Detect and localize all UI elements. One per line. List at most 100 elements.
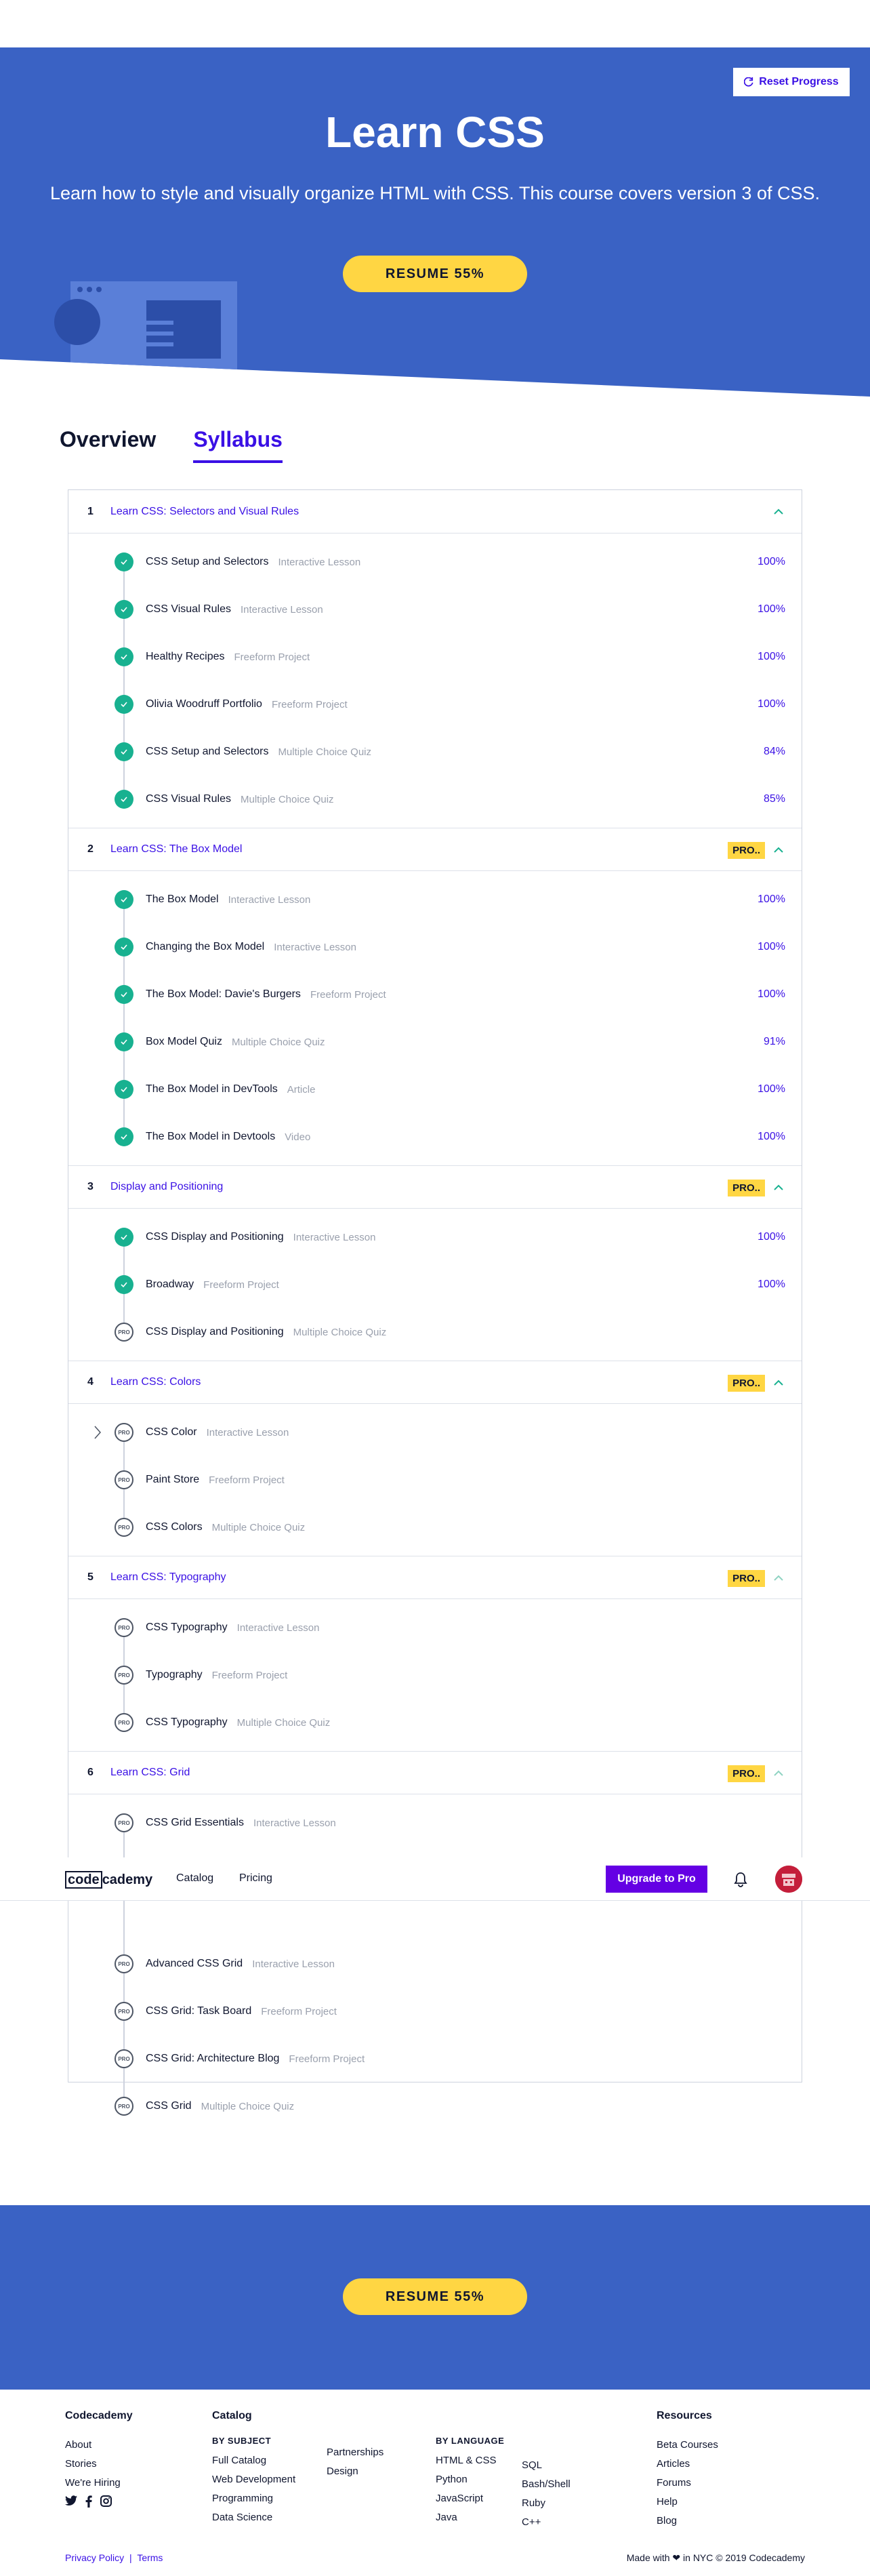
lesson-item[interactable]: Olivia Woodruff Portfolio Freeform Projec…: [68, 681, 802, 728]
lesson-title[interactable]: CSS Display and Positioning: [146, 1231, 284, 1243]
footer-link-partnerships[interactable]: Partnerships: [327, 2443, 384, 2462]
lesson-title[interactable]: The Box Model in Devtools: [146, 1131, 275, 1143]
resume-button-bottom[interactable]: RESUME 55%: [343, 2278, 527, 2315]
terms-link[interactable]: Terms: [137, 2552, 163, 2563]
footer-link-bash[interactable]: Bash/Shell: [522, 2475, 571, 2494]
lesson-item[interactable]: The Box Model: Davie's Burgers Freeform P…: [68, 971, 802, 1018]
lesson-item[interactable]: PRO CSS Color Interactive Lesson: [68, 1409, 802, 1456]
bell-icon[interactable]: [733, 1871, 748, 1887]
module-title[interactable]: Learn CSS: Selectors and Visual Rules: [110, 506, 299, 518]
module-title[interactable]: Learn CSS: Typography: [110, 1571, 226, 1584]
privacy-policy-link[interactable]: Privacy Policy: [65, 2552, 124, 2563]
module-header[interactable]: 5 Learn CSS: Typography PRO..: [68, 1556, 802, 1599]
lesson-item[interactable]: PRO CSS Typography Multiple Choice Quiz: [68, 1699, 802, 1746]
codecademy-logo[interactable]: code cademy: [65, 1871, 152, 1889]
chevron-up-icon[interactable]: [770, 1375, 787, 1391]
footer-link-design[interactable]: Design: [327, 2462, 384, 2481]
lesson-title[interactable]: CSS Display and Positioning: [146, 1326, 284, 1338]
resume-button[interactable]: RESUME 55%: [343, 256, 527, 292]
lesson-item[interactable]: The Box Model in DevTools Article 100%: [68, 1066, 802, 1113]
lesson-item[interactable]: PRO CSS Colors Multiple Choice Quiz: [68, 1504, 802, 1551]
lesson-title[interactable]: CSS Color: [146, 1426, 197, 1438]
lesson-item[interactable]: PRO Advanced CSS Grid Interactive Lesson: [68, 1940, 802, 1988]
module-header[interactable]: 1 Learn CSS: Selectors and Visual Rules: [68, 490, 802, 534]
footer-link-forums[interactable]: Forums: [657, 2474, 718, 2493]
lesson-title[interactable]: CSS Typography: [146, 1622, 228, 1634]
lesson-item[interactable]: PRO CSS Grid Multiple Choice Quiz: [68, 2082, 802, 2130]
footer-link-java[interactable]: Java: [436, 2508, 504, 2527]
lesson-title[interactable]: CSS Grid Essentials: [146, 1817, 244, 1829]
footer-link-hiring[interactable]: We're Hiring: [65, 2474, 133, 2493]
footer-link-web-development[interactable]: Web Development: [212, 2470, 295, 2489]
lesson-title[interactable]: CSS Grid: [146, 2100, 192, 2112]
nav-catalog[interactable]: Catalog: [176, 1872, 213, 1885]
module-header[interactable]: 6 Learn CSS: Grid PRO..: [68, 1751, 802, 1794]
lesson-title[interactable]: The Box Model: Davie's Burgers: [146, 988, 301, 1001]
footer-link-about[interactable]: About: [65, 2436, 133, 2455]
lesson-item[interactable]: The Box Model Interactive Lesson 100%: [68, 876, 802, 923]
lesson-item[interactable]: CSS Setup and Selectors Multiple Choice Q…: [68, 728, 802, 776]
lesson-title[interactable]: Advanced CSS Grid: [146, 1958, 243, 1970]
lesson-item[interactable]: Broadway Freeform Project 100%: [68, 1261, 802, 1308]
lesson-item[interactable]: Box Model Quiz Multiple Choice Quiz 91%: [68, 1018, 802, 1066]
footer-link-stories[interactable]: Stories: [65, 2455, 133, 2474]
reset-progress-button[interactable]: Reset Progress: [733, 68, 850, 96]
lesson-item[interactable]: PRO CSS Grid: Architecture Blog Freeform P…: [68, 2035, 802, 2082]
facebook-icon[interactable]: [85, 2495, 92, 2508]
module-header[interactable]: 4 Learn CSS: Colors PRO..: [68, 1361, 802, 1404]
footer-link-blog[interactable]: Blog: [657, 2512, 718, 2531]
lesson-item[interactable]: CSS Display and Positioning Interactive L…: [68, 1213, 802, 1261]
lesson-item[interactable]: PRO CSS Display and Positioning Multiple C…: [68, 1308, 802, 1356]
tab-syllabus[interactable]: Syllabus: [193, 427, 283, 463]
chevron-up-icon[interactable]: [770, 1570, 787, 1586]
module-header[interactable]: 3 Display and Positioning PRO..: [68, 1165, 802, 1209]
lesson-item[interactable]: PRO Paint Store Freeform Project: [68, 1456, 802, 1504]
lesson-title[interactable]: CSS Typography: [146, 1716, 228, 1729]
lesson-item[interactable]: PRO CSS Grid: Task Board Freeform Project: [68, 1988, 802, 2035]
lesson-item[interactable]: CSS Setup and Selectors Interactive Lesso…: [68, 538, 802, 586]
lesson-title[interactable]: CSS Grid: Task Board: [146, 2005, 251, 2017]
footer-link-python[interactable]: Python: [436, 2470, 504, 2489]
lesson-title[interactable]: CSS Setup and Selectors: [146, 556, 268, 568]
user-avatar[interactable]: [775, 1866, 802, 1893]
footer-link-sql[interactable]: SQL: [522, 2456, 571, 2475]
chevron-up-icon[interactable]: [770, 842, 787, 858]
lesson-item[interactable]: CSS Visual Rules Interactive Lesson 100%: [68, 586, 802, 633]
lesson-item[interactable]: PRO CSS Typography Interactive Lesson: [68, 1604, 802, 1651]
module-title[interactable]: Learn CSS: Colors: [110, 1376, 201, 1388]
lesson-title[interactable]: Box Model Quiz: [146, 1036, 222, 1048]
footer-link-cpp[interactable]: C++: [522, 2513, 571, 2532]
upgrade-to-pro-button[interactable]: Upgrade to Pro: [606, 1866, 707, 1893]
tab-overview[interactable]: Overview: [60, 427, 156, 463]
footer-link-programming[interactable]: Programming: [212, 2489, 295, 2508]
footer-link-javascript[interactable]: JavaScript: [436, 2489, 504, 2508]
lesson-title[interactable]: CSS Setup and Selectors: [146, 746, 268, 758]
lesson-item[interactable]: The Box Model in Devtools Video 100%: [68, 1113, 802, 1161]
lesson-item[interactable]: CSS Visual Rules Multiple Choice Quiz 85%: [68, 776, 802, 823]
module-title[interactable]: Display and Positioning: [110, 1181, 223, 1193]
chevron-up-icon[interactable]: [770, 1765, 787, 1782]
footer-link-ruby[interactable]: Ruby: [522, 2494, 571, 2513]
lesson-title[interactable]: The Box Model: [146, 893, 219, 906]
footer-link-articles[interactable]: Articles: [657, 2455, 718, 2474]
footer-link-html-css[interactable]: HTML & CSS: [436, 2451, 504, 2470]
footer-link-full-catalog[interactable]: Full Catalog: [212, 2451, 295, 2470]
chevron-up-icon[interactable]: [770, 1180, 787, 1196]
instagram-icon[interactable]: [100, 2495, 112, 2507]
lesson-title[interactable]: Olivia Woodruff Portfolio: [146, 698, 262, 710]
lesson-title[interactable]: Healthy Recipes: [146, 651, 225, 663]
lesson-title[interactable]: Paint Store: [146, 1474, 199, 1486]
footer-link-help[interactable]: Help: [657, 2493, 718, 2512]
nav-pricing[interactable]: Pricing: [239, 1872, 272, 1885]
lesson-title[interactable]: The Box Model in DevTools: [146, 1083, 278, 1095]
module-title[interactable]: Learn CSS: Grid: [110, 1767, 190, 1779]
module-header[interactable]: 2 Learn CSS: The Box Model PRO..: [68, 828, 802, 871]
lesson-title[interactable]: CSS Visual Rules: [146, 793, 231, 805]
lesson-title[interactable]: CSS Visual Rules: [146, 603, 231, 616]
lesson-title[interactable]: Broadway: [146, 1279, 194, 1291]
lesson-item[interactable]: PRO CSS Grid Essentials Interactive Lesson: [68, 1799, 802, 1847]
lesson-title[interactable]: Changing the Box Model: [146, 941, 264, 953]
footer-link-data-science[interactable]: Data Science: [212, 2508, 295, 2527]
lesson-title[interactable]: Typography: [146, 1669, 203, 1681]
footer-link-beta-courses[interactable]: Beta Courses: [657, 2436, 718, 2455]
